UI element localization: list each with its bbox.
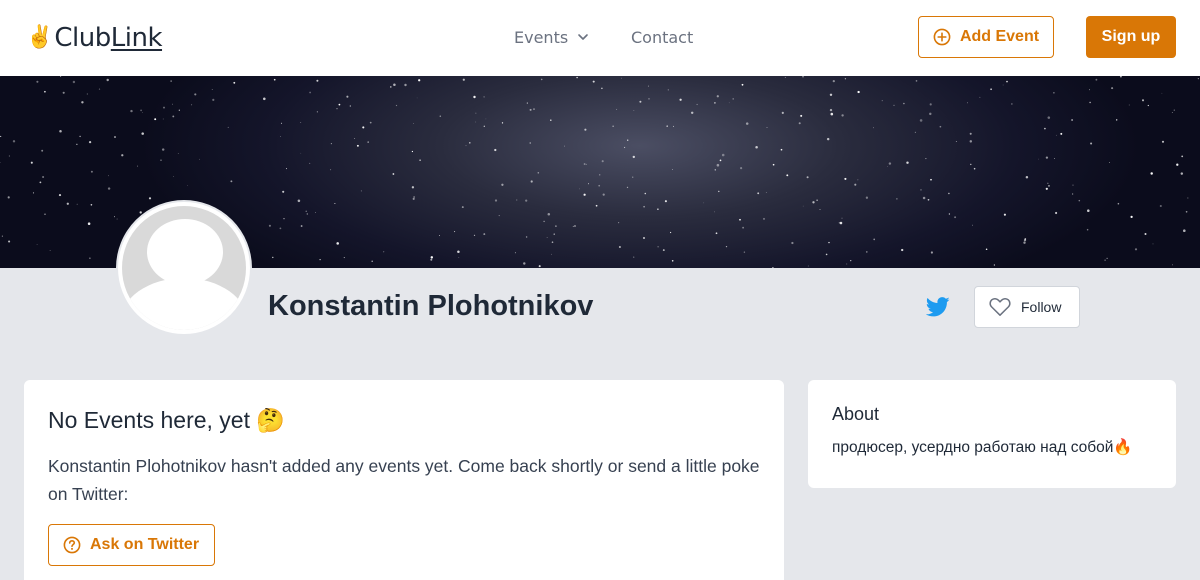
- about-card: About продюсер, усердно работаю над собо…: [808, 380, 1176, 488]
- about-title: About: [832, 404, 880, 424]
- sign-up-button[interactable]: Sign up: [1086, 16, 1176, 58]
- twitter-link[interactable]: [925, 296, 950, 318]
- heart-icon: [989, 297, 1011, 316]
- events-card-message: Konstantin Plohotnikov hasn't added any …: [48, 456, 760, 504]
- plus-circle-icon: [933, 28, 951, 46]
- sign-up-label: Sign up: [1101, 28, 1161, 45]
- follow-button[interactable]: Follow: [974, 286, 1080, 328]
- events-card: No Events here, yet 🤔 Konstantin Plohotn…: [24, 380, 784, 580]
- avatar-placeholder-icon: [122, 206, 246, 330]
- about-text: продюсер, усердно работаю над собой🔥: [832, 439, 1133, 456]
- clublink-logo[interactable]: ✌️ ClubLink: [26, 22, 163, 54]
- ask-on-twitter-button[interactable]: Ask on Twitter: [48, 524, 215, 566]
- add-event-button[interactable]: Add Event: [918, 16, 1054, 58]
- follow-label: Follow: [1021, 299, 1062, 315]
- chevron-down-icon: [578, 34, 588, 40]
- top-nav-bar: ✌️ ClubLink Events Contact Add Event Sig…: [0, 0, 1200, 76]
- twitter-bird-icon: [925, 297, 950, 317]
- nav-events-label: Events: [514, 27, 569, 47]
- thinking-face-icon: 🤔: [256, 407, 285, 433]
- nav-contact-label: Contact: [631, 27, 694, 47]
- question-circle-icon: [63, 536, 81, 554]
- logo-text: ClubLink: [54, 23, 163, 53]
- profile-name: Konstantin Plohotnikov: [268, 290, 594, 322]
- victory-hand-icon: ✌️: [26, 25, 54, 50]
- avatar: [116, 200, 252, 336]
- ask-on-twitter-label: Ask on Twitter: [90, 536, 200, 553]
- fire-icon: 🔥: [1113, 439, 1133, 456]
- add-event-label: Add Event: [959, 28, 1040, 45]
- nav-contact-link[interactable]: Contact: [631, 26, 693, 48]
- events-card-title: No Events here, yet 🤔: [48, 404, 285, 436]
- nav-events-dropdown[interactable]: Events: [514, 26, 590, 48]
